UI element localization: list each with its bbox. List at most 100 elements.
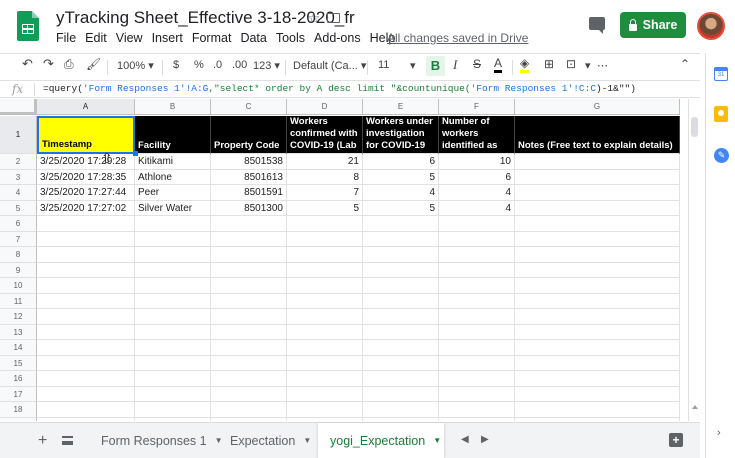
table-cell[interactable] [515, 340, 680, 356]
tab-expectation[interactable]: Expectation ▼ [218, 423, 314, 458]
all-sheets-icon[interactable] [62, 436, 73, 445]
table-cell[interactable]: 8501300 [211, 200, 287, 216]
increase-decimal-button[interactable]: .00 [232, 59, 247, 71]
table-cell[interactable] [363, 293, 439, 309]
paint-format-icon[interactable]: 🖌 [86, 57, 101, 71]
move-to-folder-icon[interactable] [327, 13, 340, 23]
sheets-logo-icon[interactable] [17, 11, 39, 41]
table-cell[interactable] [515, 417, 680, 421]
row-header[interactable]: 13 [0, 324, 37, 340]
table-cell[interactable]: 3/25/2020 17:27:02 [37, 200, 135, 216]
table-cell[interactable]: 6 [363, 154, 439, 170]
table-cell[interactable] [37, 216, 135, 232]
collapse-toolbar-icon[interactable]: ⌃ [680, 57, 690, 71]
table-cell[interactable] [287, 402, 363, 418]
table-cell[interactable] [439, 324, 515, 340]
spreadsheet-grid[interactable]: ABCDEFG12345678910111213141516171819Time… [0, 99, 687, 421]
table-cell[interactable]: 21 [287, 154, 363, 170]
table-cell[interactable] [439, 355, 515, 371]
avatar[interactable] [697, 12, 725, 40]
more-toolbar-icon[interactable]: ⋯ [597, 59, 608, 72]
more-formats-button[interactable]: 123 ▾ [253, 59, 280, 72]
table-cell[interactable] [515, 169, 680, 185]
table-cell[interactable] [37, 324, 135, 340]
table-cell[interactable] [37, 293, 135, 309]
table-cell[interactable] [135, 355, 211, 371]
menu-data[interactable]: Data [240, 31, 266, 45]
row-header[interactable]: 4 [0, 185, 37, 201]
row-header[interactable]: 11 [0, 293, 37, 309]
table-cell[interactable]: 5 [287, 200, 363, 216]
table-cell[interactable]: 6 [439, 169, 515, 185]
table-cell[interactable] [135, 231, 211, 247]
scroll-up-icon[interactable] [692, 405, 698, 409]
table-cell[interactable] [439, 231, 515, 247]
expand-panel-icon[interactable]: › [717, 427, 721, 439]
table-cell[interactable] [515, 386, 680, 402]
percent-format-button[interactable]: % [194, 59, 204, 71]
row-header[interactable]: 10 [0, 278, 37, 294]
table-cell[interactable] [287, 309, 363, 325]
table-cell[interactable] [363, 278, 439, 294]
table-cell[interactable] [439, 402, 515, 418]
table-cell[interactable] [515, 185, 680, 201]
table-cell[interactable] [211, 293, 287, 309]
menu-view[interactable]: View [116, 31, 143, 45]
menu-insert[interactable]: Insert [152, 31, 183, 45]
table-cell[interactable] [37, 309, 135, 325]
table-cell[interactable] [287, 371, 363, 387]
table-cell[interactable] [135, 386, 211, 402]
table-cell[interactable] [211, 340, 287, 356]
table-cell[interactable] [287, 293, 363, 309]
table-cell[interactable] [439, 293, 515, 309]
table-cell[interactable] [439, 262, 515, 278]
table-cell[interactable] [515, 154, 680, 170]
decrease-decimal-button[interactable]: .0 [213, 59, 222, 71]
table-cell[interactable] [135, 324, 211, 340]
table-cell[interactable] [439, 417, 515, 421]
row-header[interactable]: 17 [0, 386, 37, 402]
strikethrough-button[interactable]: S [473, 57, 481, 71]
text-color-button[interactable]: A [494, 56, 503, 73]
table-cell[interactable]: 4 [439, 200, 515, 216]
table-cell[interactable] [515, 278, 680, 294]
table-cell[interactable] [363, 309, 439, 325]
header-cell[interactable]: Property Code [211, 116, 287, 154]
header-cell[interactable]: Notes (Free text to explain details) [515, 116, 680, 154]
table-cell[interactable] [287, 216, 363, 232]
comment-history-icon[interactable] [589, 17, 605, 34]
table-cell[interactable] [287, 386, 363, 402]
row-header[interactable]: 15 [0, 355, 37, 371]
row-header[interactable]: 2 [0, 154, 37, 170]
table-cell[interactable] [37, 386, 135, 402]
table-cell[interactable] [135, 216, 211, 232]
bold-button[interactable]: B [426, 56, 445, 76]
table-cell[interactable]: Silver Water [135, 200, 211, 216]
row-header[interactable]: 19 [0, 417, 37, 421]
table-cell[interactable] [211, 324, 287, 340]
table-cell[interactable] [515, 355, 680, 371]
header-cell[interactable]: Timestamp [37, 116, 135, 154]
table-cell[interactable] [515, 309, 680, 325]
table-cell[interactable] [439, 247, 515, 263]
table-cell[interactable]: 8501538 [211, 154, 287, 170]
table-cell[interactable] [363, 371, 439, 387]
menu-edit[interactable]: Edit [85, 31, 107, 45]
table-cell[interactable] [363, 324, 439, 340]
table-cell[interactable]: 8 [287, 169, 363, 185]
table-cell[interactable] [515, 371, 680, 387]
table-cell[interactable] [287, 324, 363, 340]
menu-addons[interactable]: Add-ons [314, 31, 361, 45]
table-cell[interactable] [439, 309, 515, 325]
undo-icon[interactable]: ↶ [22, 56, 33, 72]
table-cell[interactable] [211, 355, 287, 371]
table-cell[interactable] [363, 402, 439, 418]
header-cell[interactable]: Number of workers identified as [439, 116, 515, 154]
column-header-f[interactable]: F [439, 99, 515, 115]
chevron-down-icon[interactable]: ▼ [433, 436, 441, 445]
table-cell[interactable] [287, 278, 363, 294]
column-header-c[interactable]: C [211, 99, 287, 115]
table-cell[interactable]: 3/25/2020 17:28:35 [37, 169, 135, 185]
column-header-g[interactable]: G [515, 99, 680, 115]
row-header[interactable]: 9 [0, 262, 37, 278]
